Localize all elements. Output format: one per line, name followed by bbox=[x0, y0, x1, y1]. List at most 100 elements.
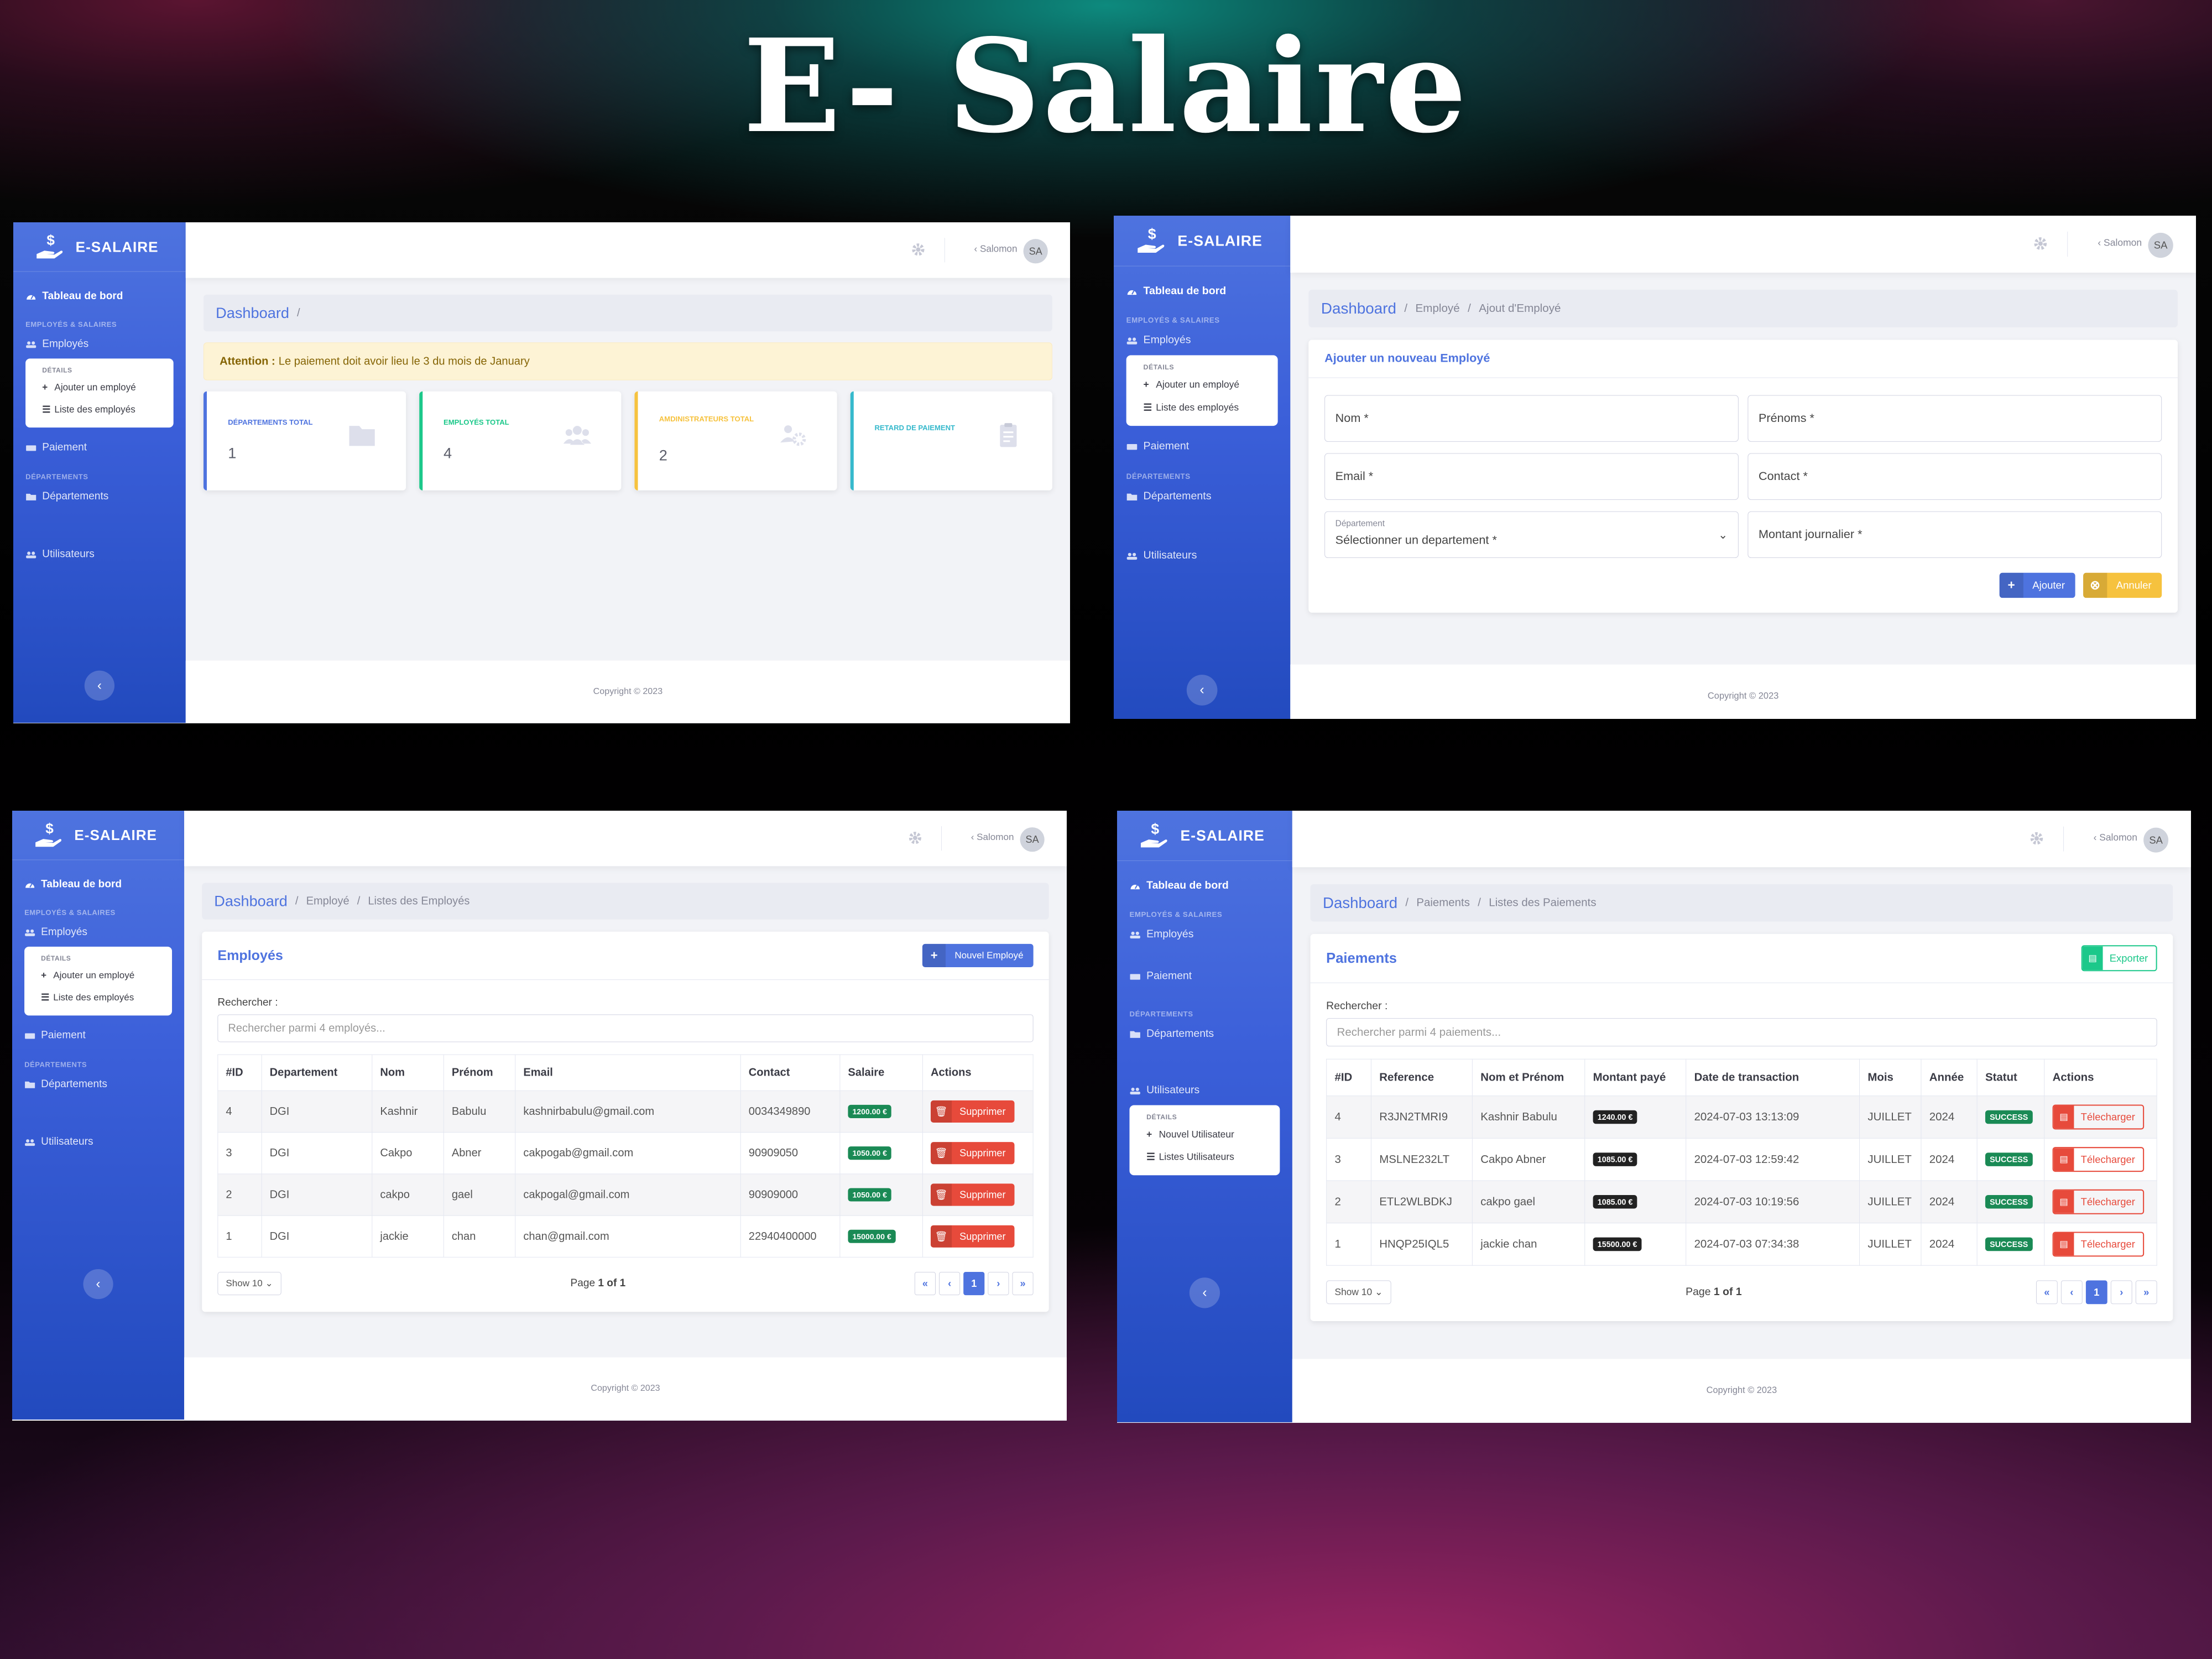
contact-field[interactable]: Contact * bbox=[1747, 453, 2162, 500]
submenu-new-user[interactable]: + Nouvel Utilisateur bbox=[1129, 1123, 1280, 1146]
delete-button[interactable]: 🗑 Supprimer bbox=[930, 1183, 1015, 1206]
nav-users[interactable]: Utilisateurs bbox=[13, 542, 186, 566]
download-button[interactable]: ▤ Télecharger bbox=[2052, 1104, 2145, 1130]
page-button[interactable]: 1 bbox=[963, 1271, 985, 1296]
nav-payment[interactable]: Paiement bbox=[12, 1023, 184, 1047]
nav-departments[interactable]: Départements bbox=[13, 484, 186, 509]
nav-users[interactable]: Utilisateurs bbox=[12, 1130, 184, 1154]
nav-payment[interactable]: Paiement bbox=[1117, 964, 1292, 989]
nav-dashboard[interactable]: Tableau de bord bbox=[1114, 279, 1290, 304]
new-employee-button[interactable]: + Nouvel Employé bbox=[922, 943, 1034, 968]
nav-employees[interactable]: Employés bbox=[12, 920, 184, 945]
sidebar-collapse-button[interactable]: ‹ bbox=[84, 670, 115, 701]
submenu-add-employee[interactable]: + Ajouter un employé bbox=[1126, 373, 1278, 396]
nav-departments[interactable]: Départements bbox=[1114, 484, 1290, 509]
delete-button[interactable]: 🗑 Supprimer bbox=[930, 1142, 1015, 1165]
department-select[interactable]: Département Sélectionner un departement *… bbox=[1324, 511, 1739, 559]
prev-page-button[interactable]: ‹ bbox=[2060, 1280, 2083, 1305]
column-header[interactable]: #ID bbox=[1326, 1058, 1371, 1097]
next-page-button[interactable]: › bbox=[2110, 1280, 2132, 1305]
column-header[interactable]: Mois bbox=[1859, 1058, 1922, 1097]
column-header[interactable]: #ID bbox=[217, 1054, 262, 1091]
last-page-button[interactable]: » bbox=[1012, 1271, 1034, 1296]
export-button[interactable]: ▤ Exporter bbox=[2081, 945, 2157, 972]
email-field[interactable]: Email * bbox=[1324, 453, 1739, 500]
download-button[interactable]: ▤ Télecharger bbox=[2052, 1189, 2145, 1214]
breadcrumb-employee[interactable]: Employé bbox=[1416, 302, 1460, 315]
column-header[interactable]: Date de transaction bbox=[1686, 1058, 1860, 1097]
submenu-list-employees[interactable]: ☰ Liste des employés bbox=[1126, 397, 1278, 419]
submenu-list-employees[interactable]: ☰ Liste des employés bbox=[25, 399, 174, 421]
cancel-button[interactable]: ⊗ Annuler bbox=[2083, 572, 2162, 598]
nav-dashboard[interactable]: Tableau de bord bbox=[1117, 873, 1292, 898]
username[interactable]: ‹ Salomon bbox=[974, 243, 1018, 254]
card-departments-total[interactable]: DÉPARTEMENTS TOTAL 1 bbox=[203, 391, 406, 491]
avatar[interactable]: SA bbox=[1023, 239, 1048, 264]
gear-icon[interactable] bbox=[2030, 831, 2044, 846]
brand[interactable]: $ E-SALAIRE bbox=[13, 222, 186, 272]
sidebar-collapse-button[interactable]: ‹ bbox=[83, 1269, 113, 1300]
column-header[interactable]: Actions bbox=[922, 1054, 1034, 1091]
nom-field[interactable]: Nom * bbox=[1324, 395, 1739, 442]
gear-icon[interactable] bbox=[911, 242, 925, 257]
nav-dashboard[interactable]: Tableau de bord bbox=[13, 284, 186, 309]
montant-field[interactable]: Montant journalier * bbox=[1747, 511, 2162, 559]
download-button[interactable]: ▤ Télecharger bbox=[2052, 1232, 2145, 1257]
download-button[interactable]: ▤ Télecharger bbox=[2052, 1147, 2145, 1172]
search-input[interactable]: Rechercher parmi 4 employés... bbox=[217, 1014, 1034, 1042]
breadcrumb-employee[interactable]: Employé bbox=[306, 895, 349, 907]
avatar[interactable]: SA bbox=[2143, 827, 2169, 853]
card-payment-delay[interactable]: RETARD DE PAIEMENT bbox=[850, 391, 1052, 491]
nav-departments[interactable]: Départements bbox=[12, 1072, 184, 1097]
column-header[interactable]: Nom et Prénom bbox=[1472, 1058, 1585, 1097]
nav-employees[interactable]: Employés bbox=[13, 332, 186, 356]
column-header[interactable]: Departement bbox=[261, 1054, 373, 1091]
breadcrumb-home[interactable]: Dashboard bbox=[216, 304, 289, 321]
first-page-button[interactable]: « bbox=[914, 1271, 936, 1296]
page-size-select[interactable]: Show 10 ⌄ bbox=[1326, 1280, 1391, 1305]
column-header[interactable]: Prénom bbox=[443, 1054, 516, 1091]
column-header[interactable]: Montant payé bbox=[1584, 1058, 1687, 1097]
nav-payment[interactable]: Paiement bbox=[13, 435, 186, 460]
column-header[interactable]: Nom bbox=[372, 1054, 444, 1091]
prenoms-field[interactable]: Prénoms * bbox=[1747, 395, 2162, 442]
next-page-button[interactable]: › bbox=[988, 1271, 1009, 1296]
last-page-button[interactable]: » bbox=[2135, 1280, 2157, 1305]
add-button[interactable]: + Ajouter bbox=[1999, 572, 2075, 598]
sidebar-collapse-button[interactable]: ‹ bbox=[1189, 1277, 1220, 1308]
username[interactable]: ‹ Salomon bbox=[2094, 832, 2137, 843]
submenu-list-users[interactable]: ☰ Listes Utilisateurs bbox=[1129, 1146, 1280, 1168]
column-header[interactable]: Salaire bbox=[839, 1054, 923, 1091]
card-admins-total[interactable]: AMDINISTRATEURS TOTAL 2 bbox=[634, 391, 837, 491]
submenu-add-employee[interactable]: + Ajouter un employé bbox=[25, 377, 174, 399]
first-page-button[interactable]: « bbox=[2036, 1280, 2058, 1305]
column-header[interactable]: Email bbox=[515, 1054, 741, 1091]
search-input[interactable]: Rechercher parmi 4 paiements... bbox=[1326, 1018, 2157, 1047]
nav-employees[interactable]: Employés bbox=[1117, 922, 1292, 947]
nav-payment[interactable]: Paiement bbox=[1114, 434, 1290, 458]
brand[interactable]: $ E-SALAIRE bbox=[1114, 216, 1291, 267]
nav-employees[interactable]: Employés bbox=[1114, 328, 1290, 353]
nav-dashboard[interactable]: Tableau de bord bbox=[12, 872, 184, 896]
submenu-list-employees[interactable]: ☰ Liste des employés bbox=[24, 987, 172, 1009]
column-header[interactable]: Contact bbox=[740, 1054, 841, 1091]
brand[interactable]: $ E-SALAIRE bbox=[12, 811, 185, 860]
gear-icon[interactable] bbox=[2033, 236, 2048, 251]
breadcrumb-home[interactable]: Dashboard bbox=[214, 893, 288, 910]
brand[interactable]: $ E-SALAIRE bbox=[1117, 811, 1292, 861]
gear-icon[interactable] bbox=[908, 831, 922, 845]
breadcrumb-home[interactable]: Dashboard bbox=[1323, 894, 1397, 912]
column-header[interactable]: Année bbox=[1921, 1058, 1978, 1097]
delete-button[interactable]: 🗑 Supprimer bbox=[930, 1100, 1015, 1123]
column-header[interactable]: Actions bbox=[2044, 1058, 2157, 1097]
nav-users[interactable]: Utilisateurs bbox=[1114, 543, 1290, 568]
avatar[interactable]: SA bbox=[1020, 827, 1045, 852]
card-employees-total[interactable]: EMPLOYÉS TOTAL 4 bbox=[419, 391, 622, 491]
column-header[interactable]: Statut bbox=[1976, 1058, 2045, 1097]
delete-button[interactable]: 🗑 Supprimer bbox=[930, 1225, 1015, 1248]
nav-departments[interactable]: Départements bbox=[1117, 1021, 1292, 1046]
username[interactable]: ‹ Salomon bbox=[2098, 237, 2142, 249]
sidebar-collapse-button[interactable]: ‹ bbox=[1186, 675, 1218, 706]
page-button[interactable]: 1 bbox=[2085, 1280, 2107, 1305]
avatar[interactable]: SA bbox=[2148, 232, 2173, 258]
